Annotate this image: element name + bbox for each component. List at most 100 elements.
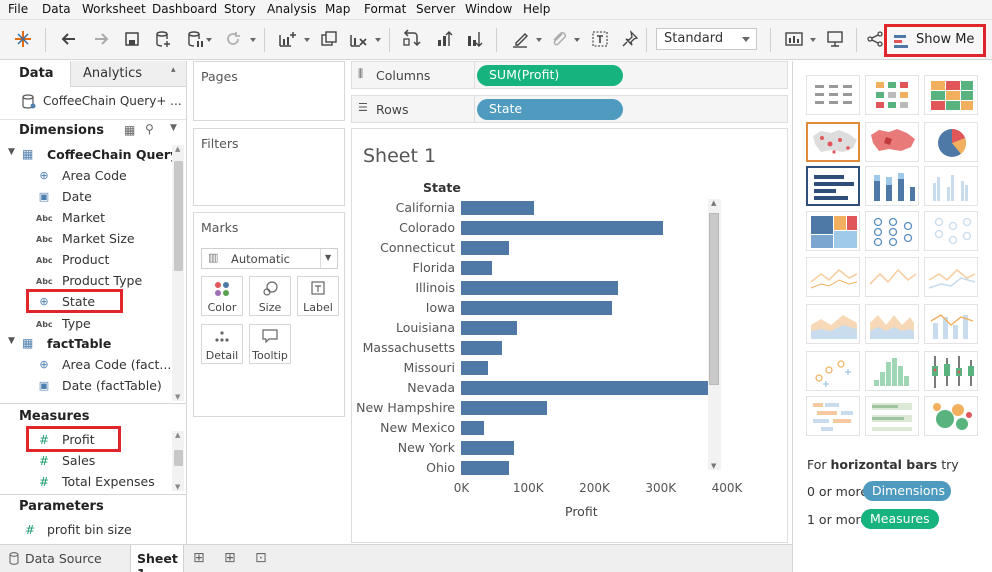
color-button[interactable]: Color xyxy=(201,276,243,316)
chevron-down-icon[interactable] xyxy=(304,38,310,42)
chart-type-line-discrete[interactable] xyxy=(865,257,919,297)
menu-story[interactable]: Story xyxy=(224,2,256,16)
chart-type-horizontal-bars[interactable] xyxy=(806,166,860,206)
menu-window[interactable]: Window xyxy=(465,2,512,16)
sort-ascending-icon[interactable] xyxy=(433,29,455,51)
fit-select[interactable]: Standard xyxy=(656,28,757,50)
bar[interactable] xyxy=(461,261,492,275)
bar[interactable] xyxy=(461,461,509,475)
menu-server[interactable]: Server xyxy=(416,2,455,16)
bar[interactable] xyxy=(461,321,517,335)
columns-shelf[interactable]: ⫼ Columns SUM(Profit) xyxy=(351,61,788,89)
measures-scrollbar[interactable]: ▲ ▼ xyxy=(172,431,184,491)
show-me-button[interactable]: Show Me xyxy=(884,24,986,57)
bar[interactable] xyxy=(461,341,502,355)
scroll-thumb[interactable] xyxy=(709,213,719,385)
chevron-down-icon[interactable] xyxy=(574,38,580,42)
chevron-down-icon[interactable] xyxy=(250,38,256,42)
chart-type-line-continuous[interactable] xyxy=(806,257,860,297)
scroll-thumb[interactable] xyxy=(174,161,183,271)
menu-file[interactable]: File xyxy=(8,2,28,16)
bar[interactable] xyxy=(461,421,484,435)
chevron-down-icon[interactable] xyxy=(810,38,816,42)
chart-type-filled-map[interactable] xyxy=(865,122,919,162)
size-button[interactable]: Size xyxy=(249,276,291,316)
chart-type-symbol-map[interactable] xyxy=(806,122,860,162)
mark-type-select[interactable]: ▥ Automatic ▼ xyxy=(201,248,338,269)
chart-type-dual-line[interactable] xyxy=(924,257,978,297)
chart-type-histogram[interactable] xyxy=(865,351,919,391)
show-mark-labels-icon[interactable] xyxy=(589,29,611,51)
tab-analytics[interactable]: Analytics ▴ xyxy=(70,61,186,87)
chart-type-side-by-side-bars[interactable] xyxy=(924,166,978,206)
clear-sheet-icon[interactable] xyxy=(347,29,369,51)
save-icon[interactable] xyxy=(121,29,143,51)
duplicate-sheet-icon[interactable] xyxy=(318,29,340,51)
menu-analysis[interactable]: Analysis xyxy=(267,2,316,16)
bar[interactable] xyxy=(461,221,663,235)
detail-button[interactable]: Detail xyxy=(201,324,243,364)
view-list-icon[interactable]: ▦ xyxy=(124,123,135,137)
chart-type-packed-bubbles[interactable] xyxy=(924,396,978,436)
bar[interactable] xyxy=(461,381,721,395)
new-worksheet-icon[interactable]: ⊞ xyxy=(193,550,205,566)
chart-type-pie-chart[interactable] xyxy=(924,122,978,162)
refresh-icon[interactable] xyxy=(222,29,244,51)
bar[interactable] xyxy=(461,201,534,215)
chart-type-text-table[interactable] xyxy=(806,75,860,115)
bar[interactable] xyxy=(461,241,509,255)
chart-type-circle-views[interactable] xyxy=(865,211,919,251)
data-source-tab[interactable]: Data Source xyxy=(0,545,128,572)
datasource-item[interactable]: CoffeeChain Query+ ... xyxy=(22,93,182,113)
chart-type-dual-combination[interactable] xyxy=(924,304,978,344)
show-cards-icon[interactable] xyxy=(783,29,805,51)
bar[interactable] xyxy=(461,281,618,295)
chart-type-gantt-chart[interactable] xyxy=(806,396,860,436)
bar[interactable] xyxy=(461,361,488,375)
chevron-down-icon[interactable] xyxy=(206,38,212,42)
rows-shelf[interactable]: ☰ Rows State xyxy=(351,95,788,123)
chart-type-treemap[interactable] xyxy=(806,211,860,251)
new-dashboard-icon[interactable]: ⊞ xyxy=(224,550,236,566)
label-button[interactable]: Label xyxy=(297,276,339,316)
menu-help[interactable]: Help xyxy=(523,2,550,16)
sort-descending-icon[interactable] xyxy=(463,29,485,51)
chart-type-area-discrete[interactable] xyxy=(865,304,919,344)
new-data-source-icon[interactable] xyxy=(152,29,174,51)
chart-type-highlight-table[interactable] xyxy=(924,75,978,115)
fix-axes-pin-icon[interactable] xyxy=(619,29,641,51)
chart-type-stacked-bars[interactable] xyxy=(865,166,919,206)
chevron-down-icon[interactable] xyxy=(536,38,542,42)
state-pill[interactable]: State xyxy=(477,99,623,120)
group-members-icon[interactable] xyxy=(548,29,570,51)
pages-card[interactable]: Pages xyxy=(193,61,345,121)
menu-worksheet[interactable]: Worksheet xyxy=(82,2,146,16)
sheet-tab-sheet-1[interactable]: Sheet 1 xyxy=(130,545,184,572)
chevron-down-icon[interactable]: ▼ xyxy=(170,123,177,133)
chevron-down-icon[interactable] xyxy=(375,38,381,42)
bar[interactable] xyxy=(461,401,547,415)
new-story-icon[interactable]: ⊡ xyxy=(255,550,267,566)
presentation-mode-icon[interactable] xyxy=(824,29,846,51)
tooltip-button[interactable]: Tooltip xyxy=(249,324,291,364)
bar[interactable] xyxy=(461,301,612,315)
chart-type-scatter-plot[interactable] xyxy=(806,351,860,391)
menu-map[interactable]: Map xyxy=(325,2,350,16)
search-icon[interactable]: ⚲ xyxy=(145,122,154,136)
filters-card[interactable]: Filters xyxy=(193,128,345,206)
viz-scrollbar[interactable]: ▲ ▼ xyxy=(708,199,721,470)
tableau-logo-icon[interactable] xyxy=(12,29,34,51)
swap-rows-columns-icon[interactable] xyxy=(400,29,422,51)
bar[interactable] xyxy=(461,441,514,455)
pause-auto-update-icon[interactable] xyxy=(184,29,206,51)
chart-type-heat-map[interactable] xyxy=(865,75,919,115)
highlight-pen-icon[interactable] xyxy=(509,29,531,51)
menu-dashboard[interactable]: Dashboard xyxy=(152,2,217,16)
dimensions-scrollbar[interactable]: ▲ ▼ xyxy=(172,145,184,401)
share-icon[interactable] xyxy=(864,29,886,51)
undo-icon[interactable] xyxy=(58,29,80,51)
chart-type-area-continuous[interactable] xyxy=(806,304,860,344)
new-worksheet-icon[interactable] xyxy=(276,29,298,51)
sum-profit-pill[interactable]: SUM(Profit) xyxy=(477,65,623,86)
chart-type-side-by-side-circles[interactable] xyxy=(924,211,978,251)
